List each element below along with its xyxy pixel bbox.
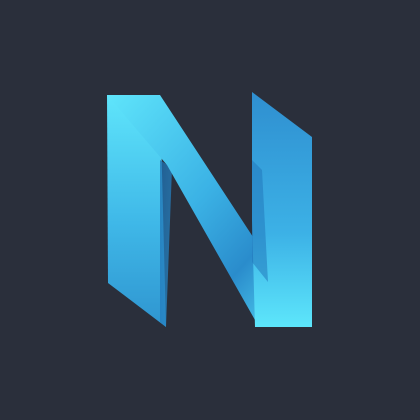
n-ribbon-logo-icon [107,92,312,327]
app-icon-canvas [0,0,420,420]
n-left-fold-shadow [160,160,172,327]
